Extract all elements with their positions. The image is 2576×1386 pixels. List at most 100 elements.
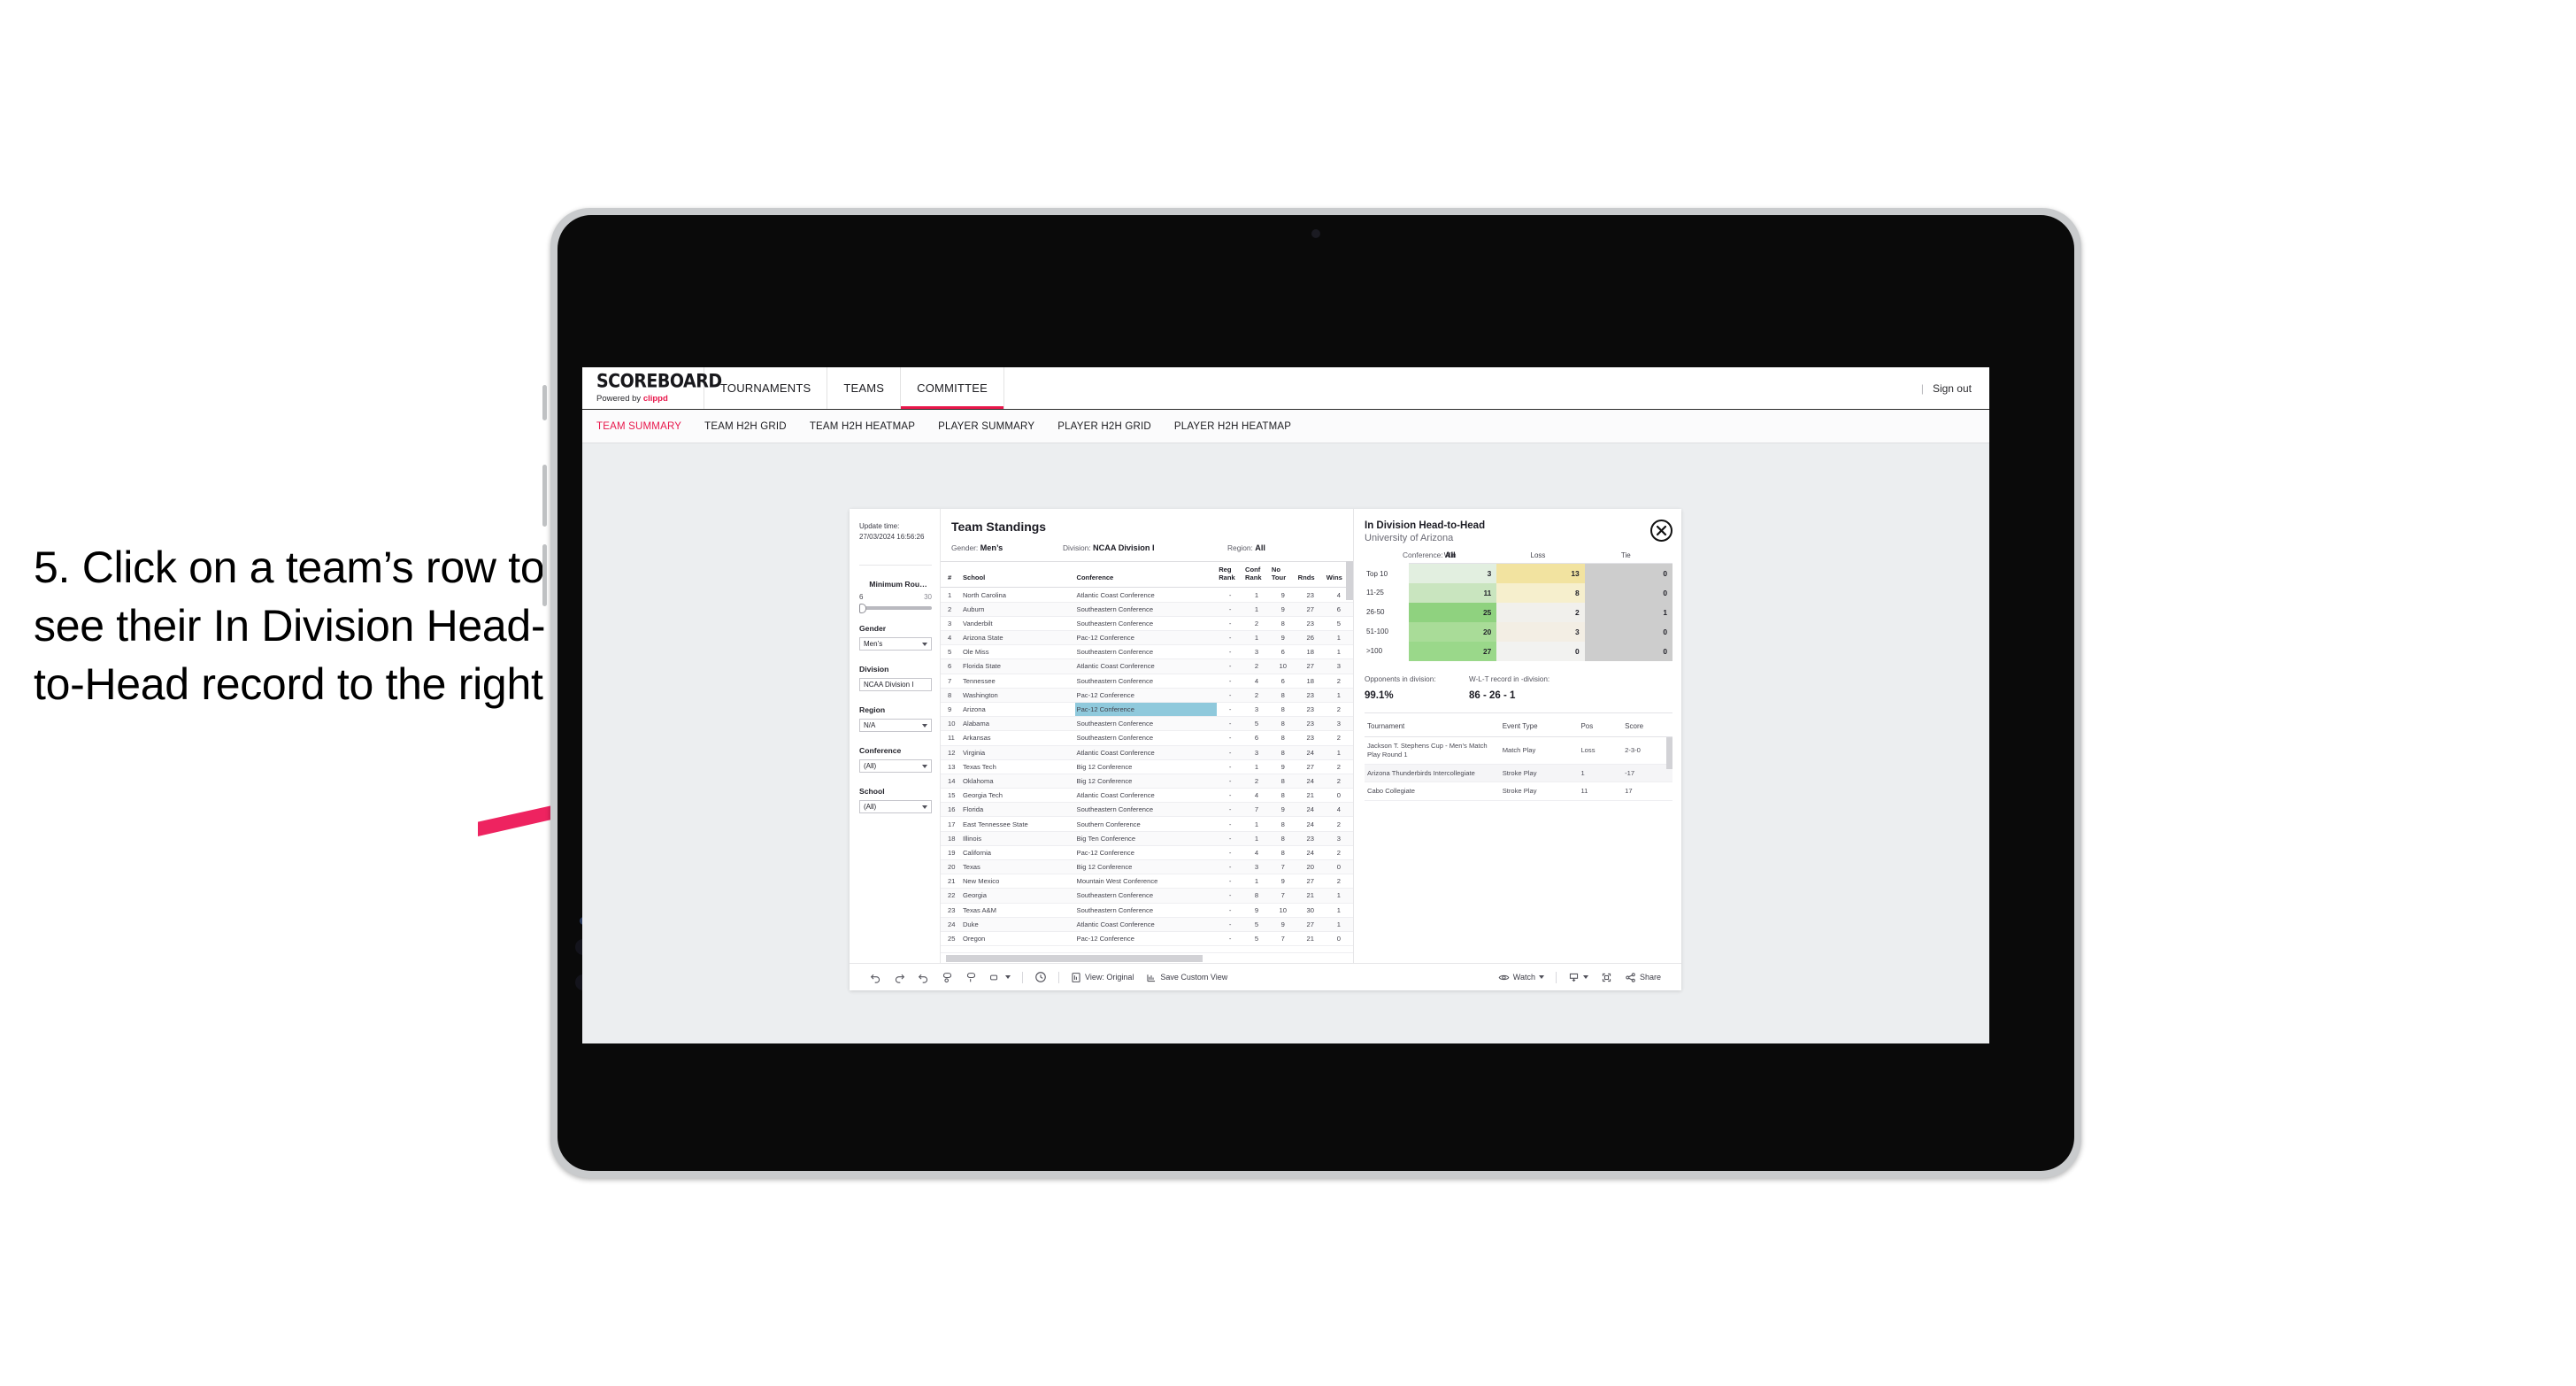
gender-select[interactable]: Men’s	[859, 637, 932, 651]
pause-refresh-icon[interactable]	[935, 972, 959, 983]
table-row[interactable]: 14 Oklahoma Big 12 Conference -2 8 24 2	[941, 774, 1353, 789]
tab-team-summary[interactable]: TEAM SUMMARY	[596, 421, 681, 432]
cell-conf-rank: 6	[1243, 730, 1270, 746]
standings-table: # School Conference Reg Rank Conf Rank N…	[941, 561, 1353, 947]
slider-handle[interactable]	[859, 603, 866, 613]
table-row[interactable]: 16 Florida Southeastern Conference -7 9 24 4	[941, 802, 1353, 818]
cell-conf-rank: 9	[1243, 903, 1270, 918]
horizontal-scrollbar-track[interactable]	[941, 952, 1353, 963]
cell-rank: 21	[941, 874, 961, 889]
meta-gender-value: Men’s	[980, 543, 1003, 552]
history-icon[interactable]	[1028, 971, 1053, 983]
brand-subtitle: Powered by clippd	[596, 394, 704, 404]
standings-scroll-area[interactable]: # School Conference Reg Rank Conf Rank N…	[941, 561, 1353, 952]
cell-conf-rank: 2	[1243, 658, 1270, 674]
tab-player-summary[interactable]: PLAYER SUMMARY	[938, 421, 1034, 432]
meta-gender-label: Gender:	[951, 543, 980, 552]
sign-out-link[interactable]: Sign out	[1933, 382, 1972, 395]
table-row[interactable]: 15 Georgia Tech Atlantic Coast Conference -…	[941, 788, 1353, 804]
nav-committee[interactable]: COMMITTEE	[901, 367, 1004, 409]
cell-rank: 25	[941, 931, 961, 947]
division-select[interactable]: NCAA Division I	[859, 678, 932, 692]
cell-conf-rank: 8	[1243, 888, 1270, 904]
vertical-scrollbar[interactable]	[1346, 561, 1353, 600]
horizontal-scrollbar-thumb[interactable]	[946, 955, 1203, 962]
conference-select[interactable]: (All)	[859, 759, 932, 774]
cell-wins: 5	[1324, 616, 1353, 632]
tournament-row[interactable]: Cabo Collegiate Stroke Play 11 17	[1365, 782, 1672, 802]
nav-teams[interactable]: TEAMS	[827, 367, 902, 409]
tournament-row[interactable]: Arizona Thunderbirds Intercollegiate Stro…	[1365, 764, 1672, 783]
cell-rnds: 27	[1296, 917, 1325, 932]
table-row[interactable]: 21 New Mexico Mountain West Conference -1 9 2…	[941, 874, 1353, 889]
fullscreen-button[interactable]	[1595, 972, 1619, 983]
cell-rnds: 23	[1296, 702, 1325, 718]
cell-no-tour: 8	[1269, 730, 1296, 746]
tab-player-h2h-heatmap[interactable]: PLAYER H2H HEATMAP	[1174, 421, 1291, 432]
brand-title: SCOREBOARD	[596, 370, 722, 392]
revert-icon[interactable]	[911, 972, 935, 983]
table-row[interactable]: 5 Ole Miss Southeastern Conference -3 6 18 1	[941, 644, 1353, 660]
table-row[interactable]: 2 Auburn Southeastern Conference -1 9 27 6	[941, 602, 1353, 617]
share-button[interactable]: Share	[1619, 972, 1667, 983]
table-row[interactable]: 23 Texas A&M Southeastern Conference -9 10 30…	[941, 903, 1353, 918]
table-row[interactable]: 18 Illinois Big Ten Conference -1 8 23 3	[941, 831, 1353, 846]
cell-conf-rank: 1	[1243, 602, 1270, 617]
tournament-row[interactable]: Jackson T. Stephens Cup - Men’s Match Pl…	[1365, 736, 1672, 765]
cell-tournament-name: Cabo Collegiate	[1365, 782, 1500, 802]
tournament-scrollbar[interactable]	[1666, 736, 1672, 769]
table-row[interactable]: 7 Tennessee Southeastern Conference -4 6 18 2	[941, 674, 1353, 689]
tab-team-h2h-grid[interactable]: TEAM H2H GRID	[704, 421, 787, 432]
tab-player-h2h-grid[interactable]: PLAYER H2H GRID	[1057, 421, 1151, 432]
download-button[interactable]	[1562, 972, 1595, 983]
table-row[interactable]: 6 Florida State Atlantic Coast Conference -…	[941, 658, 1353, 674]
close-icon[interactable]	[1650, 520, 1672, 542]
nav-tournaments[interactable]: TOURNAMENTS	[704, 367, 828, 409]
table-row[interactable]: 10 Alabama Southeastern Conference -5 8 23 3	[941, 716, 1353, 732]
undo-icon[interactable]	[864, 972, 888, 983]
table-row[interactable]: 3 Vanderbilt Southeastern Conference -2 8 23 5	[941, 616, 1353, 632]
cell-reg-rank: -	[1217, 874, 1244, 889]
table-row[interactable]: 9 Arizona Pac-12 Conference -3 8 23 2	[941, 702, 1353, 718]
school-select[interactable]: (All)	[859, 800, 932, 814]
cell-conference: Southeastern Conference	[1074, 716, 1218, 732]
table-row[interactable]: 1 North Carolina Atlantic Coast Conference…	[941, 587, 1353, 603]
cell-wins: 1	[1324, 917, 1353, 932]
rectangle-select-icon[interactable]	[983, 972, 1017, 983]
table-row[interactable]: 25 Oregon Pac-12 Conference -5 7 21 0	[941, 931, 1353, 947]
minimum-rounds-slider[interactable]	[859, 603, 932, 613]
save-custom-view-button[interactable]: Save Custom View	[1140, 972, 1234, 983]
tab-team-h2h-heatmap[interactable]: TEAM H2H HEATMAP	[810, 421, 915, 432]
wlt-record-block: W-L-T record in -division: 86 - 26 - 1	[1469, 675, 1549, 701]
table-row[interactable]: 22 Georgia Southeastern Conference -8 7 21 1	[941, 888, 1353, 904]
dashboard-card-body: Update time: 27/03/2024 16:56:26 Minimum…	[850, 509, 1681, 963]
watch-button[interactable]: Watch	[1492, 972, 1550, 983]
cell-no-tour: 8	[1269, 845, 1296, 861]
cell-wins: 2	[1324, 874, 1353, 889]
refresh-icon[interactable]	[959, 972, 983, 983]
cell-rank: 15	[941, 788, 961, 804]
powered-by-text: Powered by	[596, 393, 643, 404]
cell-conf-rank: 3	[1243, 644, 1270, 660]
toolbar-divider-3	[1555, 971, 1557, 983]
region-select[interactable]: N/A	[859, 719, 932, 733]
cell-event-type: Stroke Play	[1499, 782, 1579, 802]
table-row[interactable]: 12 Virginia Atlantic Coast Conference -3 8 24…	[941, 745, 1353, 760]
table-row[interactable]: 19 California Pac-12 Conference -4 8 24 2	[941, 845, 1353, 861]
table-row[interactable]: 8 Washington Pac-12 Conference -2 8 23 1	[941, 688, 1353, 703]
table-row[interactable]: 11 Arkansas Southeastern Conference -6 8 23 2	[941, 730, 1353, 746]
update-time-label: Update time:	[859, 522, 900, 530]
redo-icon[interactable]	[888, 972, 911, 983]
view-original-button[interactable]: View: Original	[1065, 972, 1140, 983]
h2h-win-cell: 27	[1409, 641, 1497, 661]
table-row[interactable]: 13 Texas Tech Big 12 Conference -1 9 27 2	[941, 759, 1353, 774]
cell-wins: 3	[1324, 716, 1353, 732]
brand-logo[interactable]: SCOREBOARD Powered by clippd	[582, 367, 722, 409]
table-row[interactable]: 17 East Tennessee State Southern Conferenc…	[941, 816, 1353, 832]
h2h-tie-cell: 0	[1584, 621, 1672, 642]
table-row[interactable]: 20 Texas Big 12 Conference -3 7 20 0	[941, 859, 1353, 875]
cell-school: Tennessee	[960, 674, 1075, 689]
table-row[interactable]: 4 Arizona State Pac-12 Conference -1 9 26 1	[941, 630, 1353, 646]
table-row[interactable]: 24 Duke Atlantic Coast Conference -5 9 27 1	[941, 917, 1353, 932]
cell-conference: Pac-12 Conference	[1074, 630, 1218, 646]
